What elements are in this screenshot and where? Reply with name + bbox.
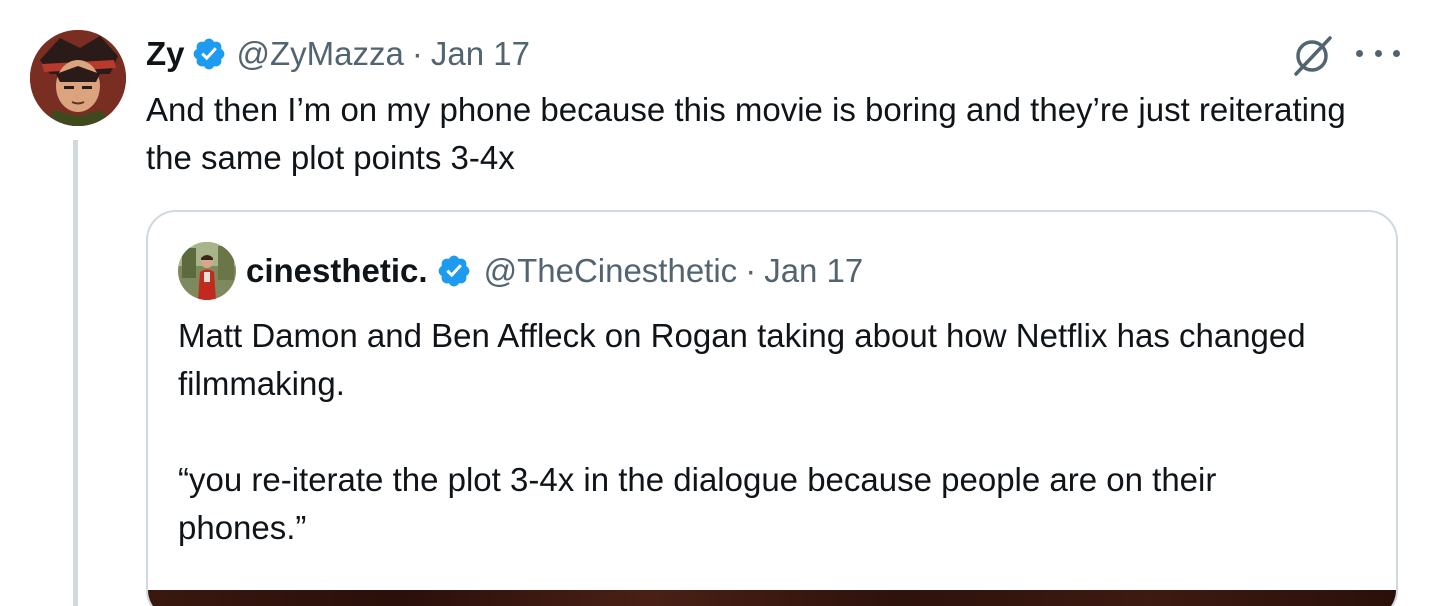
author-avatar-image bbox=[30, 30, 126, 126]
quoted-tweet[interactable]: cinesthetic. @TheCinesthetic · Jan 17 Ma… bbox=[146, 210, 1398, 606]
grok-icon[interactable] bbox=[1290, 32, 1336, 78]
quoted-author-avatar-image bbox=[178, 242, 236, 300]
more-dot bbox=[1393, 49, 1400, 57]
quoted-tweet-header: cinesthetic. @TheCinesthetic · Jan 17 bbox=[178, 242, 863, 300]
author-avatar[interactable] bbox=[30, 30, 126, 126]
quoted-tweet-text: Matt Damon and Ben Affleck on Rogan taki… bbox=[178, 312, 1348, 552]
verified-badge-icon[interactable] bbox=[436, 253, 472, 289]
header-separator: · bbox=[411, 35, 423, 72]
verified-badge-icon[interactable] bbox=[191, 36, 227, 72]
more-dot bbox=[1356, 49, 1363, 57]
quoted-tweet-paragraph: Matt Damon and Ben Affleck on Rogan taki… bbox=[178, 317, 1306, 402]
quoted-tweet-date[interactable]: Jan 17 bbox=[764, 252, 863, 290]
more-dot bbox=[1374, 49, 1382, 57]
quoted-author-handle[interactable]: @TheCinesthetic bbox=[484, 252, 738, 290]
author-handle[interactable]: @ZyMazza bbox=[237, 35, 404, 73]
more-options-icon[interactable] bbox=[1356, 38, 1400, 68]
author-name[interactable]: Zy bbox=[146, 35, 185, 73]
thread-line bbox=[73, 140, 78, 606]
quoted-header-separator: · bbox=[745, 252, 757, 289]
tweet-text: And then I’m on my phone because this mo… bbox=[146, 91, 1346, 176]
quoted-tweet-media[interactable] bbox=[148, 590, 1396, 606]
quoted-author-avatar[interactable] bbox=[178, 242, 236, 300]
tweet-header: Zy @ZyMazza · Jan 17 bbox=[146, 32, 530, 76]
quoted-tweet-paragraph: “you re-iterate the plot 3-4x in the dia… bbox=[178, 461, 1217, 546]
quoted-author-name[interactable]: cinesthetic. bbox=[246, 252, 428, 290]
tweet-date[interactable]: Jan 17 bbox=[431, 35, 530, 73]
tweet-container[interactable]: Zy @ZyMazza · Jan 17 And then I’m on my … bbox=[0, 0, 1456, 606]
